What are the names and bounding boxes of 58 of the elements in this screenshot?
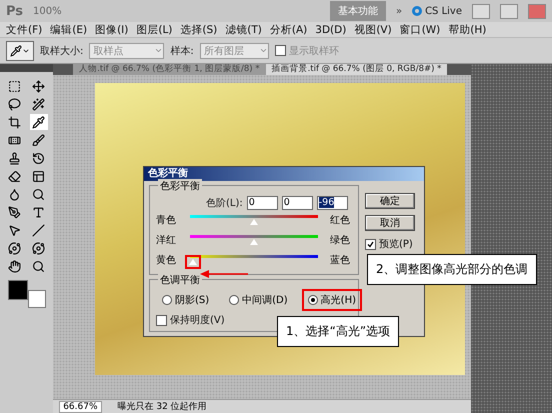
menu-item[interactable]: 窗口(W) <box>400 22 440 36</box>
menu-item[interactable]: 分析(A) <box>270 22 308 36</box>
background-color-swatch[interactable] <box>28 290 46 308</box>
caret-icon <box>258 46 268 55</box>
slider-label: 青色 <box>156 214 177 227</box>
sample-size-label: 取样大小: <box>40 44 84 58</box>
slider-label: 黄色 <box>156 254 177 267</box>
slider-label: 蓝色 <box>330 254 351 267</box>
menu-item[interactable]: 滤镜(T) <box>225 22 262 36</box>
minimize-button[interactable] <box>472 4 490 18</box>
radio-button[interactable]: 阴影(S) <box>156 289 216 311</box>
dialog-button[interactable]: 取消 <box>365 215 415 231</box>
menu-item[interactable]: 视图(V) <box>354 22 392 36</box>
menu-item[interactable]: 选择(S) <box>180 22 218 36</box>
tool-preset-picker[interactable] <box>6 40 34 60</box>
slider-thumb[interactable] <box>188 259 197 265</box>
menu-item[interactable]: 文件(F) <box>6 22 42 36</box>
cs-live-icon <box>412 6 422 16</box>
radio-button[interactable]: 中间调(D) <box>223 289 294 311</box>
preview-checkbox[interactable]: 预览(P) <box>365 237 413 251</box>
slider-label: 红色 <box>330 214 351 227</box>
dialog-button[interactable]: 确定 <box>365 193 415 209</box>
slider-thumb[interactable] <box>250 219 258 225</box>
levels-label: 色阶(L): <box>206 197 243 210</box>
arrow <box>200 270 248 278</box>
more-button[interactable]: » <box>396 6 402 16</box>
status-info: 曝光只在 32 位起作用 <box>116 400 208 413</box>
eyedropper-icon[interactable] <box>30 114 48 130</box>
app-logo: Ps <box>6 4 24 18</box>
menu-item[interactable]: 图像(I) <box>95 22 128 36</box>
slider-thumb[interactable] <box>250 239 258 245</box>
slider-label: 绿色 <box>330 234 351 247</box>
preserve-checkbox[interactable]: 保持明度(V) <box>156 313 225 327</box>
menu-item[interactable]: 图层(L) <box>136 22 172 36</box>
checkmark-icon <box>367 240 374 248</box>
sample-label: 样本: <box>170 44 194 58</box>
cs-live-button[interactable]: CS Live <box>412 6 462 16</box>
menu-item[interactable]: 3D(D) <box>315 24 346 36</box>
dialog-title: 色彩平衡 <box>144 167 424 181</box>
eyedropper-icon <box>10 44 22 56</box>
level-field[interactable]: -96 <box>316 196 348 210</box>
level-field[interactable]: 0 <box>282 196 313 210</box>
menu-item[interactable]: 帮助(H) <box>448 22 486 36</box>
callout-text: 2、调整图像高光部分的色调 <box>367 254 537 285</box>
panel-header <box>0 64 54 72</box>
document-tab[interactable]: 插画背景.tif @ 66.7% (图层 0, RGB/8#) * <box>266 64 448 75</box>
group-title: 色调平衡 <box>158 273 202 287</box>
caret-icon <box>154 46 164 55</box>
foreground-color-swatch[interactable] <box>8 280 28 300</box>
level-field[interactable]: 0 <box>246 196 278 210</box>
document-tab[interactable]: 人物.tif @ 66.7% (色彩平衡 1, 图层蒙版/8) * <box>73 64 266 75</box>
radio-button[interactable]: 高光(H) <box>302 289 362 311</box>
menu-item[interactable]: 编辑(E) <box>50 22 88 36</box>
maximize-button[interactable] <box>500 4 518 18</box>
callout-text: 1、选择“高光”选项 <box>277 316 400 347</box>
group-title: 色彩平衡 <box>158 179 202 193</box>
slider-label: 洋红 <box>156 234 177 247</box>
zoom-field[interactable]: 66.67% <box>59 400 102 412</box>
